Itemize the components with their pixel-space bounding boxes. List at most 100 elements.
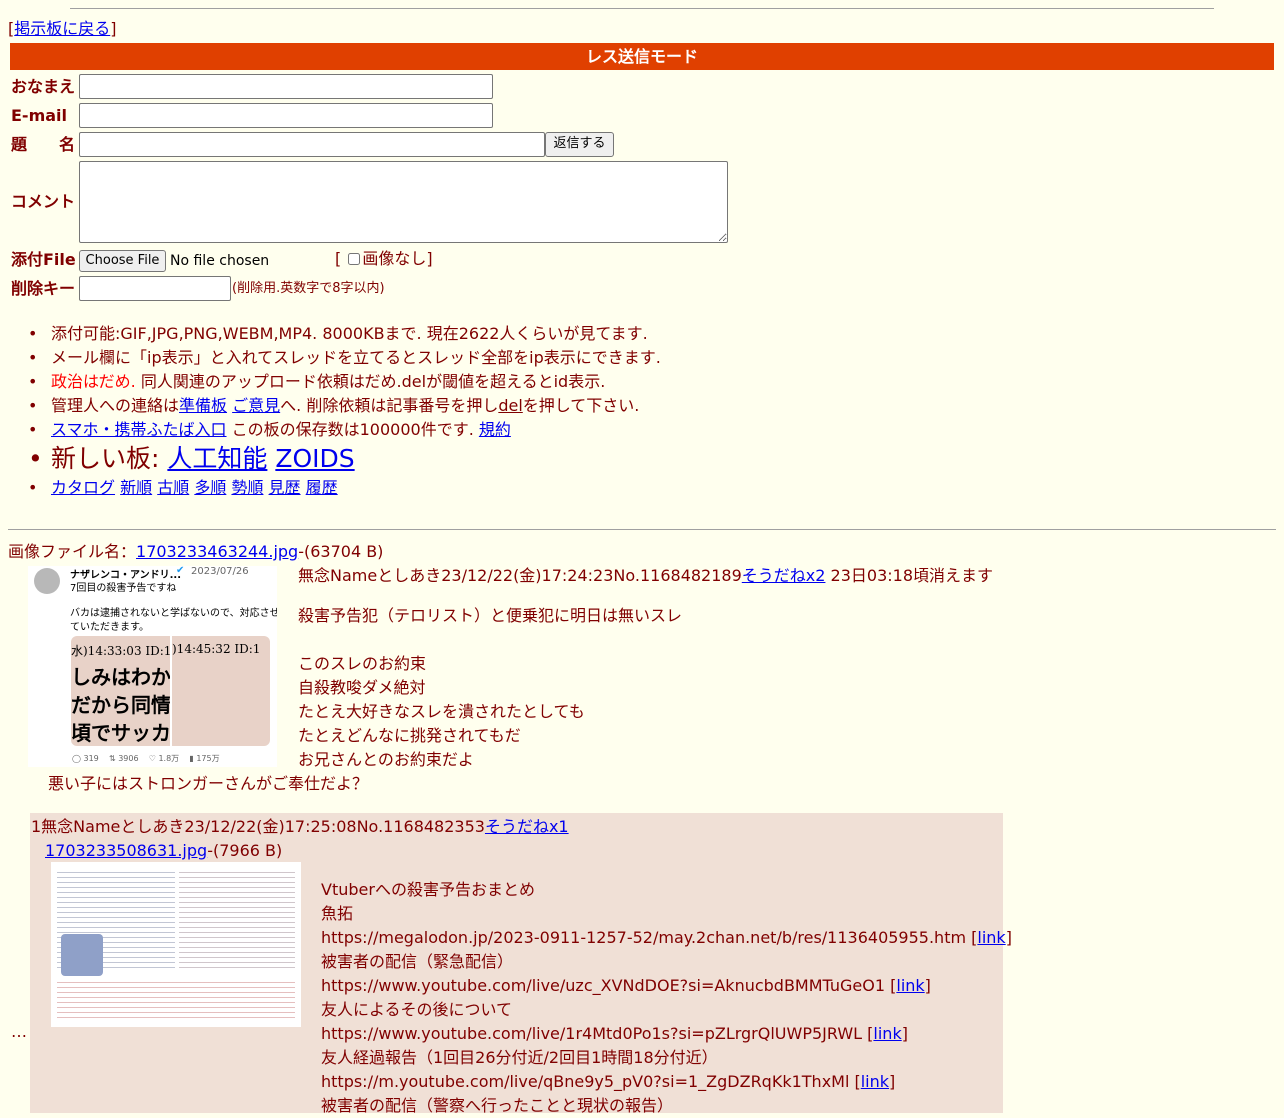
sort-link[interactable]: 見歴 xyxy=(269,478,301,497)
subject-label: 題 名 xyxy=(11,135,76,154)
reply-file-info: 1703233508631.jpg-(7966 B) xyxy=(45,839,282,863)
rule-text: 管理人への連絡は xyxy=(51,396,180,415)
external-link[interactable]: link xyxy=(873,1024,901,1043)
delkey-note: (削除用.英数字で8字以内) xyxy=(232,281,385,296)
op-file-info: 画像ファイル名：1703233463244.jpg-(63704 B) xyxy=(8,540,383,564)
sodane-button[interactable]: そうだねx2 xyxy=(742,566,826,585)
sort-link[interactable]: 多順 xyxy=(194,478,226,497)
del-label: del xyxy=(498,396,523,415)
no-image-checkbox[interactable] xyxy=(348,253,361,265)
reply-thumbnail[interactable] xyxy=(51,862,301,1027)
reply-file-link[interactable]: 1703233508631.jpg xyxy=(45,841,207,860)
top-divider xyxy=(70,8,1214,9)
thumb-text: しみはわか xyxy=(71,665,170,689)
reply-line-text: 被害者の配信（緊急配信） xyxy=(321,952,514,971)
comment-textarea[interactable] xyxy=(79,161,728,243)
op-file-link[interactable]: 1703233463244.jpg xyxy=(136,542,298,561)
reply-line-text: 友人によるその後について xyxy=(321,1000,513,1019)
reply-mode-bar: レス送信モード xyxy=(10,43,1274,70)
external-link[interactable]: link xyxy=(977,928,1005,947)
mobile-entry-link[interactable]: スマホ・携帯ふたば入口 xyxy=(51,420,227,439)
ai-board-link[interactable]: 人工知能 xyxy=(167,444,267,473)
feedback-link[interactable]: ご意見 xyxy=(232,396,280,415)
reply-body-line: 魚拓 xyxy=(321,902,353,926)
op-header: 無念Nameとしあき23/12/22(金)17:24:23No.11684821… xyxy=(298,564,993,588)
thumb-text-block xyxy=(179,868,295,968)
like-icon: ♡ xyxy=(148,754,156,763)
op-body-line: たとえどんなに挑発されてもだ xyxy=(298,726,521,745)
bracket-close: ] xyxy=(924,976,931,995)
reply-icon: ◯ xyxy=(72,754,81,763)
prep-board-link[interactable]: 準備板 xyxy=(179,396,227,415)
choose-file-button[interactable]: Choose File xyxy=(79,250,166,272)
file-size: -(63704 B) xyxy=(298,542,384,561)
reply-body-line: https://www.youtube.com/live/1r4Mtd0Po1s… xyxy=(321,1022,908,1046)
external-link[interactable]: link xyxy=(861,1072,889,1091)
rule-text: 同人関連のアップロード依頼はだめ.delが閾値を超えるとid表示. xyxy=(135,372,606,391)
thumb-date: 2023/07/26 xyxy=(191,566,249,577)
reply-body-line: 被害者の配信（警察へ行ったことと現状の報告） xyxy=(321,1094,673,1118)
reply-count: 319 xyxy=(83,754,99,763)
rule-text: この板の保存数は100000件です. xyxy=(226,420,479,439)
sort-link[interactable]: 新順 xyxy=(120,478,152,497)
reply-body-line: https://m.youtube.com/live/qBne9y5_pV0?s… xyxy=(321,1070,895,1094)
file-label: 添付File xyxy=(11,250,76,269)
thumb-stats: ◯ 319 ⇅ 3906 ♡ 1.8万 ▮ 175万 xyxy=(72,753,220,764)
sort-link[interactable]: カタログ xyxy=(51,478,115,497)
op-body-line: 自殺教唆ダメ絶対 xyxy=(298,678,426,697)
rule-item: 添付可能:GIF,JPG,PNG,WEBM,MP4. 8000KBまで. 現在2… xyxy=(26,322,661,346)
new-boards-item: 新しい板: 人工知能 ZOIDS xyxy=(26,442,661,476)
thumb-text: だから同情 xyxy=(71,693,170,717)
delkey-input[interactable] xyxy=(79,276,231,301)
reply-line-text: https://megalodon.jp/2023-0911-1257-52/m… xyxy=(321,928,978,947)
bracket-close: ] xyxy=(889,1072,896,1091)
politics-warning: 政治はだめ. xyxy=(51,372,136,391)
terms-link[interactable]: 規約 xyxy=(479,420,511,439)
op-thumbnail[interactable]: ナザレンコ・アンドリ... ✔ 2023/07/26 7回目の殺害予告ですね バ… xyxy=(28,566,277,767)
op-body-line: 悪い子にはストロンガーさんがご奉仕だよ？ xyxy=(48,774,369,793)
reply-line-text: 友人経過報告（1回目26分付近/2回目1時間18分付近） xyxy=(321,1048,718,1067)
op-body-line: お兄さんとのお約束だよ xyxy=(298,750,474,769)
expiry-text: 23日03:18頃消えます xyxy=(825,566,993,585)
bracket-close: ] xyxy=(1005,928,1012,947)
subject-input[interactable] xyxy=(79,132,545,157)
name-label: おなまえ xyxy=(11,77,76,96)
reply-body-line: 友人経過報告（1回目26分付近/2回目1時間18分付近） xyxy=(321,1046,718,1070)
reply-line-text: 被害者の配信（警察へ行ったことと現状の報告） xyxy=(321,1096,674,1115)
thread-divider xyxy=(8,529,1276,530)
bracket-open: [ xyxy=(335,249,342,268)
thumb-character-image xyxy=(61,934,103,976)
reply-body-line: Vtuberへの殺害予告おまとめ xyxy=(321,878,535,902)
reply-line-text: 魚拓 xyxy=(321,904,354,923)
email-input[interactable] xyxy=(79,103,493,128)
back-nav: [掲示板に戻る] xyxy=(8,18,117,40)
email-label: E-mail xyxy=(11,106,68,125)
file-size: -(7966 B) xyxy=(207,841,283,860)
bracket-close: ] xyxy=(426,249,433,268)
bracket-close: ] xyxy=(901,1024,908,1043)
sort-link[interactable]: 履歴 xyxy=(306,478,338,497)
no-image-option: [ 画像なし] xyxy=(335,248,433,270)
name-input[interactable] xyxy=(79,74,493,99)
reply-body-line: 被害者の配信（緊急配信） xyxy=(321,950,513,974)
op-meta: 無念Nameとしあき23/12/22(金)17:24:23No.11684821… xyxy=(298,566,742,585)
rule-text: メール欄に「ip表示」と入れてスレッドを立てるとスレッド全部をip表示にできます… xyxy=(51,348,661,367)
sodane-button[interactable]: そうだねx1 xyxy=(485,817,569,836)
reply-line-text: https://www.youtube.com/live/1r4Mtd0Po1s… xyxy=(321,1024,874,1043)
zoids-board-link[interactable]: ZOIDS xyxy=(275,444,354,473)
submit-button[interactable]: 返信する xyxy=(545,132,614,157)
no-image-label: 画像なし xyxy=(362,249,427,268)
sort-link[interactable]: 勢順 xyxy=(231,478,263,497)
thumb-text: )14:45:32 ID:1 xyxy=(172,642,261,656)
rule-text: を押して下さい. xyxy=(522,396,640,415)
thumb-inner-right: )14:45:32 ID:1 xyxy=(172,636,270,746)
reply-line-text: https://www.youtube.com/live/uzc_XVNdDOE… xyxy=(321,976,897,995)
retweet-count: 3906 xyxy=(118,754,139,763)
new-boards-label: 新しい板: xyxy=(51,444,168,473)
external-link[interactable]: link xyxy=(896,976,924,995)
like-count: 1.8万 xyxy=(158,754,180,763)
reply-body-line: 友人によるその後について xyxy=(321,998,512,1022)
op-body-line: たとえ大好きなスレを潰されたとしても xyxy=(298,702,585,721)
sort-link[interactable]: 古順 xyxy=(157,478,189,497)
back-to-board-link[interactable]: 掲示板に戻る xyxy=(14,19,110,38)
